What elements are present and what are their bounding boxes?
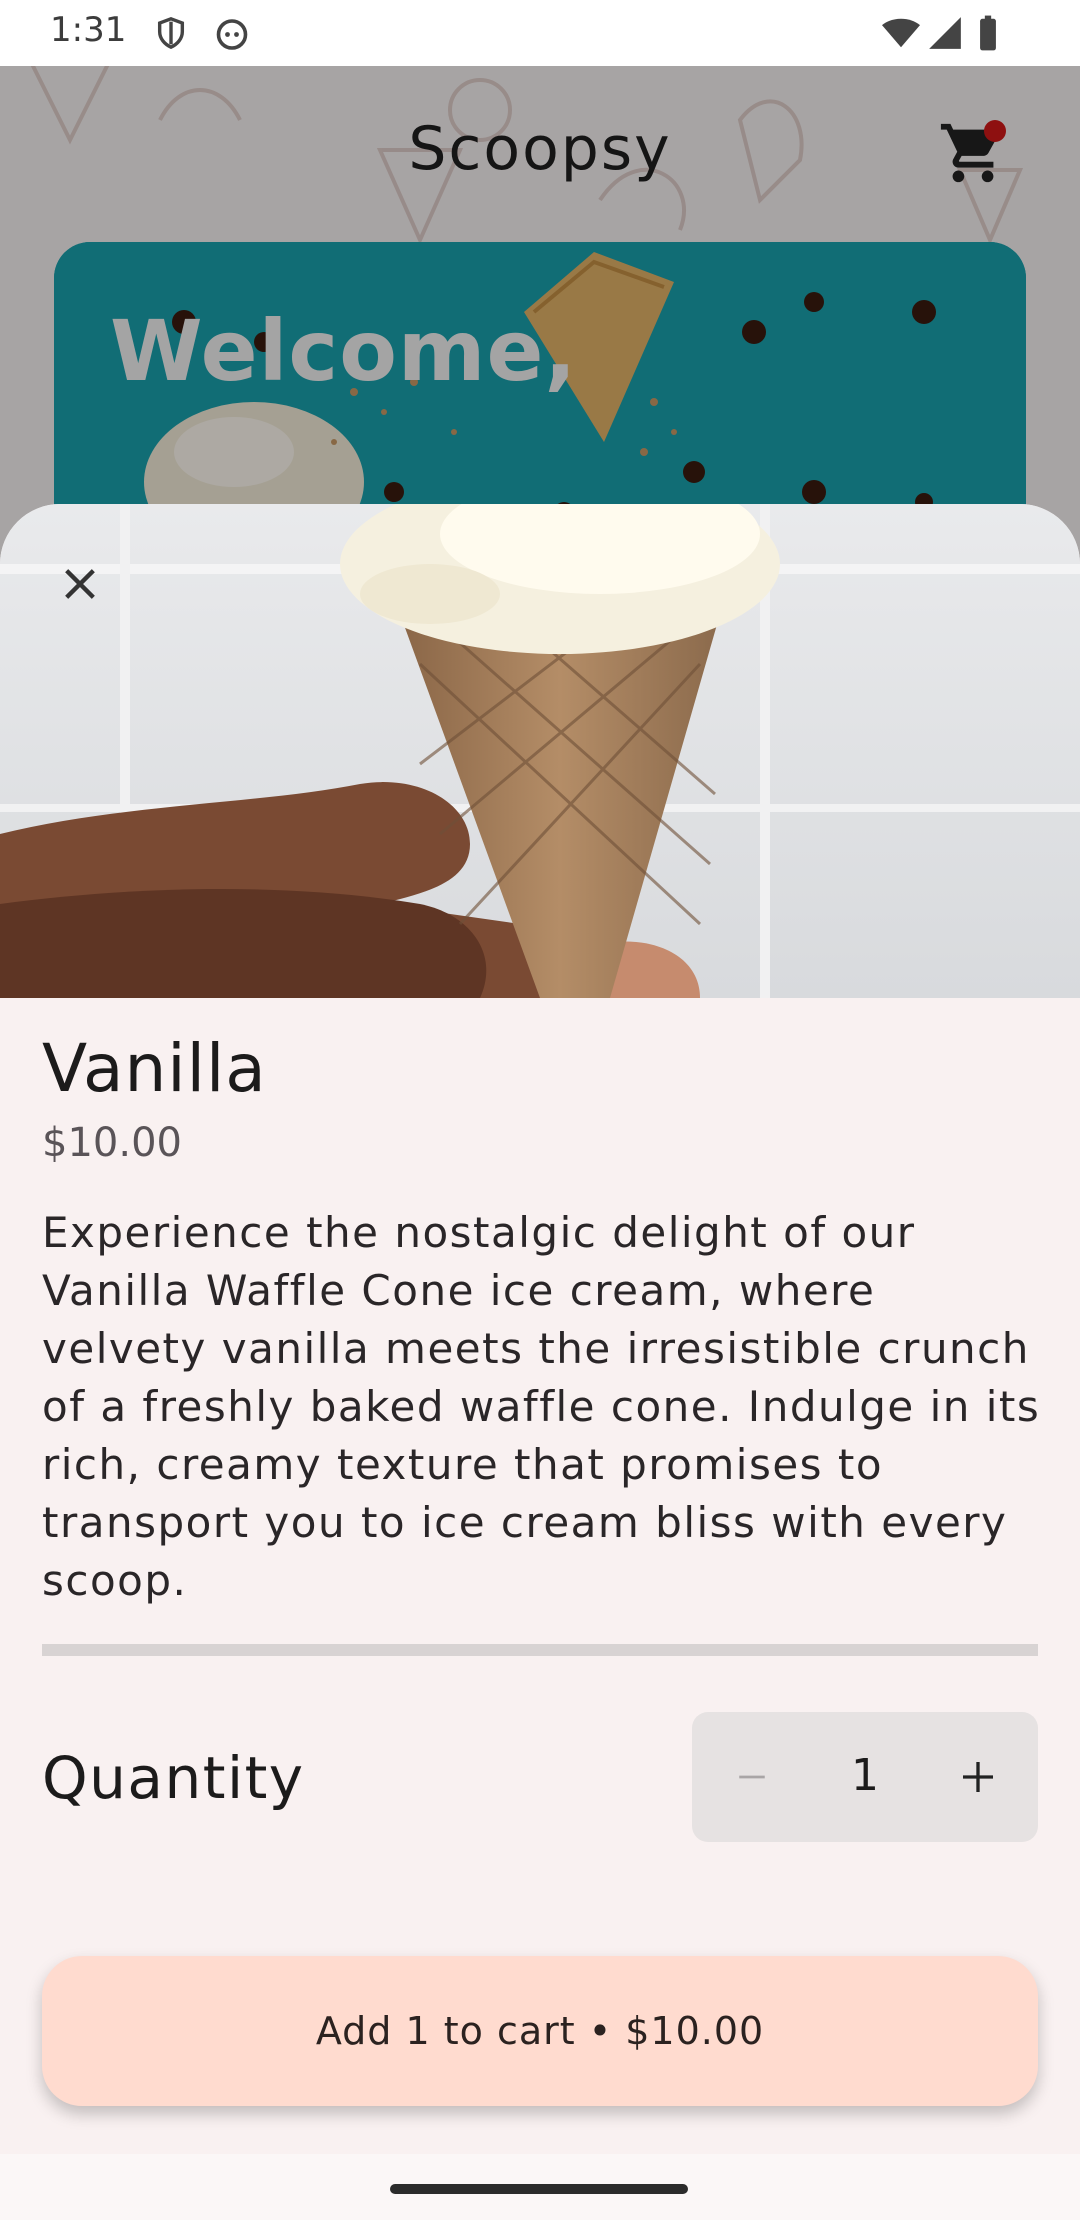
product-name: Vanilla <box>42 1030 267 1107</box>
screen: Scoopsy Welcome, 1:31 Vanilla $10.00 Exp… <box>0 0 1080 2220</box>
battery-icon <box>980 15 996 51</box>
increase-quantity-button[interactable] <box>948 1747 1008 1807</box>
home-gesture-handle[interactable] <box>390 2184 688 2194</box>
decrease-quantity-button[interactable] <box>722 1747 782 1807</box>
ice-cream-photo <box>0 504 1080 998</box>
plus-icon <box>963 1762 993 1792</box>
signal-icon <box>929 17 961 49</box>
product-detail-sheet: Vanilla $10.00 Experience the nostalgic … <box>0 504 1080 2154</box>
status-bar: 1:31 <box>0 0 1080 66</box>
quantity-stepper: 1 <box>692 1712 1038 1842</box>
wifi-icon <box>882 18 920 48</box>
minus-icon <box>739 1775 765 1779</box>
product-description: Experience the nostalgic delight of our … <box>42 1208 1041 1605</box>
close-button[interactable] <box>44 548 116 620</box>
product-price: $10.00 <box>42 1120 182 1166</box>
shield-icon <box>157 17 185 50</box>
status-time: 1:31 <box>50 10 127 50</box>
close-icon <box>65 569 95 599</box>
quantity-value: 1 <box>851 1750 879 1801</box>
add-to-cart-button[interactable]: Add 1 to cart • $10.00 <box>42 1956 1038 2106</box>
quantity-label: Quantity <box>42 1744 305 1812</box>
divider <box>42 1644 1038 1656</box>
navigation-bar <box>0 2154 1080 2220</box>
product-image <box>0 504 1080 998</box>
android-face-icon <box>216 19 248 50</box>
